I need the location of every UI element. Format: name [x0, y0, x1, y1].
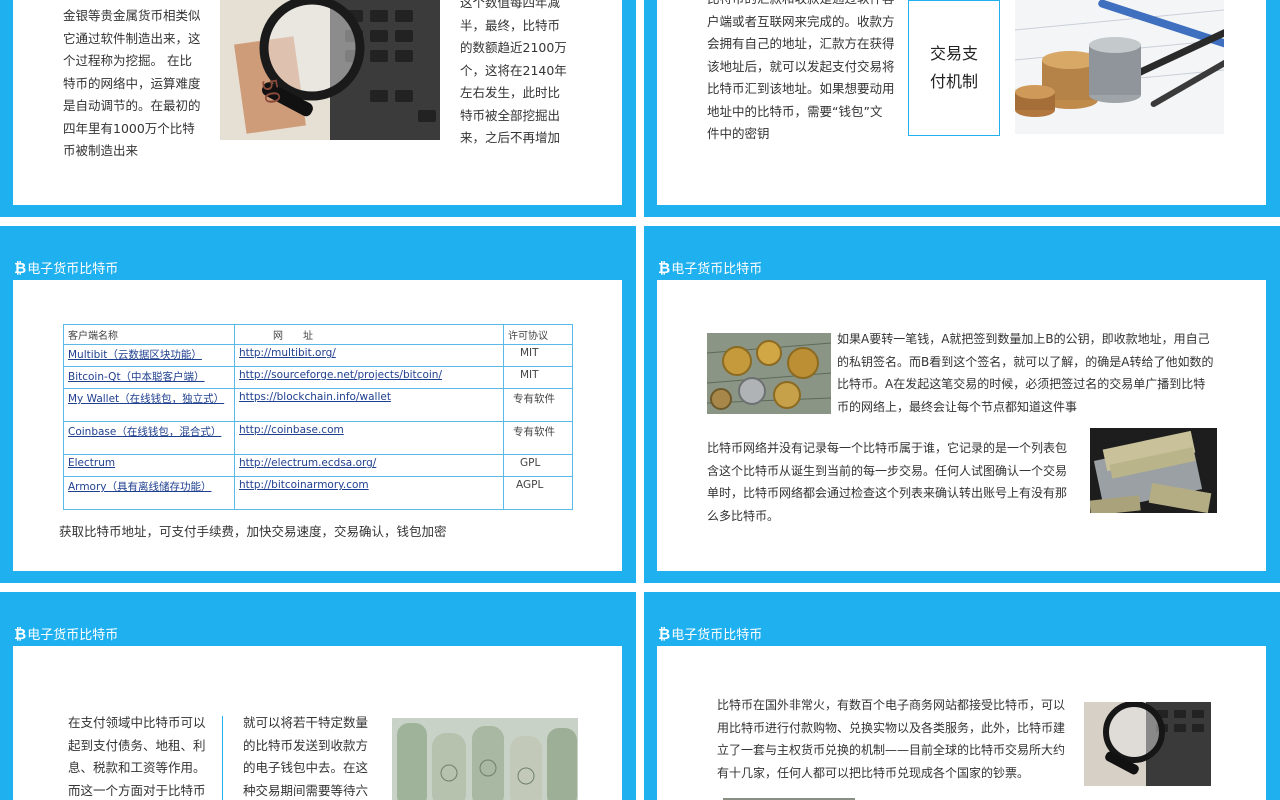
slide-2-text: 比特币的汇款和收款是通过软件客 户端或者互联网来完成的。收款方 会拥有自己的地址…: [707, 0, 895, 141]
table-row: Coinbase（在线钱包，混合式） http://coinbase.com 专…: [63, 421, 573, 455]
table-row: My Wallet（在线钱包，独立式） https://blockchain.i…: [63, 388, 573, 422]
slide-2[interactable]: 比特币的汇款和收款是通过软件客 户端或者互联网来完成的。收款方 会拥有自己的地址…: [644, 0, 1280, 217]
table-row: Armory（具有离线储存功能） http://bitcoinarmory.co…: [63, 476, 573, 510]
client-name[interactable]: Bitcoin-Qt（中本聪客户端）: [68, 371, 205, 383]
bitcoin-icon: ₿: [14, 259, 27, 277]
header-url: 网 址: [234, 324, 504, 345]
client-url-link[interactable]: http://bitcoinarmory.com: [239, 479, 369, 491]
coins-and-pens-photo: [1015, 0, 1224, 134]
slide-5-title-text: 电子货币比特币: [27, 628, 119, 643]
slide-3[interactable]: ₿电子货币比特币 客户端名称 网 址 许可协议 Multibit（云数据区块功能…: [0, 226, 636, 583]
slide-2-card: 比特币的汇款和收款是通过软件客 户端或者互联网来完成的。收款方 会拥有自己的地址…: [657, 0, 1266, 205]
header-license: 许可协议: [503, 324, 573, 345]
slide-5[interactable]: ₿电子货币比特币 在支付领域中比特币可以 起到支付债务、地租、利 息、税款和工资…: [0, 592, 636, 800]
slide-3-card: 客户端名称 网 址 许可协议 Multibit（云数据区块功能） http://…: [13, 280, 622, 571]
slide-3-caption: 获取比特币地址，可支付手续费，加快交易速度，交易确认，钱包加密: [59, 524, 447, 539]
slide-3-title-text: 电子货币比特币: [27, 262, 119, 277]
slide-6-text: 比特币在国外非常火，有数百个电子商务网站都接受比特币，可以 用比特币进行付款购物…: [717, 698, 1066, 780]
slide-6-title-text: 电子货币比特币: [671, 628, 763, 643]
silver-case-cash-photo: [1090, 428, 1217, 513]
client-name[interactable]: Electrum: [68, 457, 115, 469]
svg-text:50: 50: [257, 77, 285, 106]
header-client-name: 客户端名称: [63, 324, 235, 345]
slide-4-title: ₿电子货币比特币: [658, 258, 762, 278]
slide-1-card: 金银等贵金属货币相类似 它通过软件制造出来，这 个过程称为挖掘。 在比 特币的网…: [13, 0, 622, 205]
bitcoin-icon: ₿: [14, 625, 27, 643]
table-row: Electrum http://electrum.ecdsa.org/ GPL: [63, 454, 573, 477]
client-table: 客户端名称 网 址 许可协议 Multibit（云数据区块功能） http://…: [63, 324, 573, 510]
slide-6-title: ₿电子货币比特币: [658, 624, 762, 644]
bitcoin-icon: ₿: [658, 259, 671, 277]
client-license: AGPL: [516, 479, 544, 491]
client-license: 专有软件: [513, 393, 555, 405]
slide-4[interactable]: ₿电子货币比特币 如果A要转一笔钱，A就把签到数量加上B的公钥，即收款地址，用自…: [644, 226, 1280, 583]
client-name[interactable]: Armory（具有离线储存功能）: [68, 481, 212, 493]
slide-1[interactable]: 金银等贵金属货币相类似 它通过软件制造出来，这 个过程称为挖掘。 在比 特币的网…: [0, 0, 636, 217]
client-url-link[interactable]: http://coinbase.com: [239, 424, 344, 436]
slide-3-title: ₿电子货币比特币: [14, 258, 118, 278]
slide-4-title-text: 电子货币比特币: [671, 262, 763, 277]
bitcoins-on-cash-photo: [707, 333, 831, 414]
bitcoin-icon: ₿: [658, 625, 671, 643]
client-name[interactable]: My Wallet（在线钱包，独立式）: [68, 393, 224, 405]
magnifier-calculator-photo-small: [1084, 702, 1211, 786]
slide-1-right-text: 这个数值每四年减 半，最终，比特币 的数额趋近2100万 个，这将在2140年 …: [460, 0, 567, 145]
rolled-banknotes-photo: [392, 718, 578, 800]
table-row: Bitcoin-Qt（中本聪客户端） http://sourceforge.ne…: [63, 366, 573, 389]
table-row: Multibit（云数据区块功能） http://multibit.org/ M…: [63, 344, 573, 367]
client-name[interactable]: Coinbase（在线钱包，混合式）: [68, 426, 221, 438]
slide-5-title: ₿电子货币比特币: [14, 624, 118, 644]
slide-6[interactable]: ₿电子货币比特币 比特币在国外非常火，有数百个电子商务网站都接受比特币，可以 用…: [644, 592, 1280, 800]
slide-4-text-1: 如果A要转一笔钱，A就把签到数量加上B的公钥，即收款地址，用自己 的私钥签名。而…: [837, 332, 1214, 414]
client-license: GPL: [520, 457, 541, 469]
client-license: MIT: [520, 347, 539, 359]
slide-6-card: 比特币在国外非常火，有数百个电子商务网站都接受比特币，可以 用比特币进行付款购物…: [657, 646, 1266, 800]
client-url-link[interactable]: http://multibit.org/: [239, 347, 336, 359]
client-name[interactable]: Multibit（云数据区块功能）: [68, 349, 202, 361]
client-url-link[interactable]: http://sourceforge.net/projects/bitcoin/: [239, 369, 442, 381]
slide-5-card: 在支付领域中比特币可以 起到支付债务、地租、利 息、税款和工资等作用。 而这一个…: [13, 646, 622, 800]
magnifier-calculator-photo: 50: [220, 0, 440, 140]
slide-1-left-text: 金银等贵金属货币相类似 它通过软件制造出来，这 个过程称为挖掘。 在比 特币的网…: [63, 8, 201, 158]
client-license: MIT: [520, 369, 539, 381]
slide-5-left-text: 在支付领域中比特币可以 起到支付债务、地租、利 息、税款和工资等作用。 而这一个…: [68, 715, 206, 798]
client-license: 专有软件: [513, 426, 555, 438]
transaction-mechanism-box: 交易支 付机制: [908, 0, 1000, 136]
transaction-mechanism-label: 交易支 付机制: [929, 44, 978, 91]
slide-4-card: 如果A要转一笔钱，A就把签到数量加上B的公钥，即收款地址，用自己 的私钥签名。而…: [657, 280, 1266, 571]
column-divider: [222, 716, 223, 800]
client-url-link[interactable]: https://blockchain.info/wallet: [239, 391, 391, 403]
slide-5-right-text: 就可以将若干特定数量 的比特币发送到收款方 的电子钱包中去。在这 种交易期间需要…: [243, 715, 369, 798]
client-url-link[interactable]: http://electrum.ecdsa.org/: [239, 457, 376, 469]
slide-4-text-2: 比特币网络并没有记录每一个比特币属于谁，它记录的是一个列表包 含这个比特币从诞生…: [707, 441, 1068, 523]
client-table-header: 客户端名称 网 址 许可协议: [63, 324, 573, 345]
